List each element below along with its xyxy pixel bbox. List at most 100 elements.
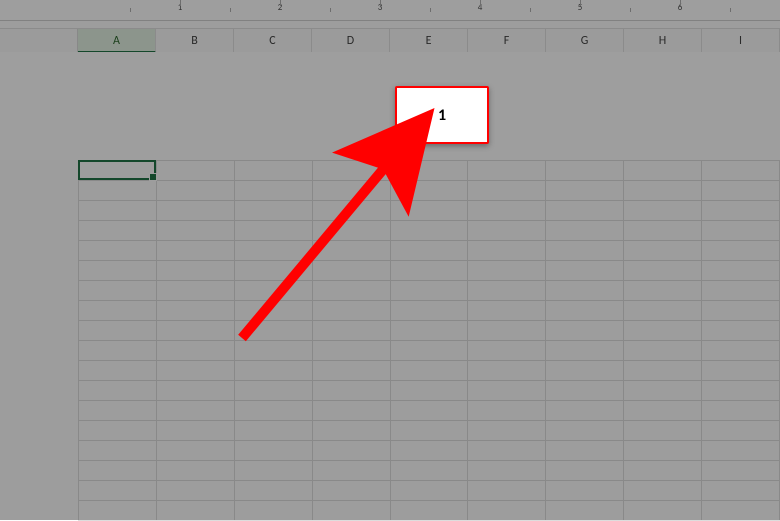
cell[interactable]	[79, 461, 157, 481]
cell[interactable]	[468, 381, 546, 401]
cell[interactable]	[234, 181, 312, 201]
cell[interactable]	[234, 341, 312, 361]
cell[interactable]	[234, 281, 312, 301]
cell[interactable]	[234, 201, 312, 221]
cell[interactable]	[156, 421, 234, 441]
cell[interactable]	[390, 301, 468, 321]
cell[interactable]	[546, 201, 624, 221]
cell[interactable]	[546, 361, 624, 381]
cell[interactable]	[624, 241, 702, 261]
cell[interactable]	[312, 441, 390, 461]
cell[interactable]	[312, 161, 390, 181]
cell[interactable]	[312, 201, 390, 221]
cell[interactable]	[234, 221, 312, 241]
active-cell-outline[interactable]	[78, 160, 156, 180]
cell[interactable]	[624, 501, 702, 521]
cell[interactable]	[546, 501, 624, 521]
column-header-B[interactable]: B	[156, 29, 234, 53]
cell[interactable]	[702, 201, 780, 221]
cell[interactable]	[234, 301, 312, 321]
column-header-D[interactable]: D	[312, 29, 390, 53]
cell[interactable]	[702, 321, 780, 341]
cell[interactable]	[312, 241, 390, 261]
cell[interactable]	[312, 221, 390, 241]
cell[interactable]	[624, 321, 702, 341]
cell[interactable]	[390, 161, 468, 181]
cell[interactable]	[624, 381, 702, 401]
cell[interactable]	[79, 201, 157, 221]
cell[interactable]	[546, 441, 624, 461]
cell[interactable]	[702, 341, 780, 361]
cell[interactable]	[624, 161, 702, 181]
cell[interactable]	[468, 461, 546, 481]
cell[interactable]	[702, 281, 780, 301]
cell[interactable]	[546, 221, 624, 241]
column-header-I[interactable]: I	[702, 29, 780, 53]
cell[interactable]	[546, 281, 624, 301]
cell[interactable]	[79, 381, 157, 401]
cell[interactable]	[702, 441, 780, 461]
cell[interactable]	[79, 281, 157, 301]
cell[interactable]	[546, 321, 624, 341]
cell[interactable]	[624, 401, 702, 421]
cell[interactable]	[546, 261, 624, 281]
cell[interactable]	[468, 441, 546, 461]
cell[interactable]	[79, 301, 157, 321]
cell[interactable]	[312, 381, 390, 401]
cell[interactable]	[79, 361, 157, 381]
cell[interactable]	[156, 401, 234, 421]
cell[interactable]	[234, 361, 312, 381]
cell[interactable]	[312, 181, 390, 201]
cell[interactable]	[312, 401, 390, 421]
cell[interactable]	[468, 301, 546, 321]
cell[interactable]	[390, 401, 468, 421]
cell[interactable]	[546, 341, 624, 361]
cell[interactable]	[79, 181, 157, 201]
cell[interactable]	[390, 381, 468, 401]
cell[interactable]	[79, 321, 157, 341]
cell[interactable]	[312, 321, 390, 341]
cell[interactable]	[79, 421, 157, 441]
cell[interactable]	[156, 381, 234, 401]
cell[interactable]	[624, 201, 702, 221]
cell[interactable]	[156, 281, 234, 301]
cell[interactable]	[390, 261, 468, 281]
cell[interactable]	[468, 181, 546, 201]
cell[interactable]	[390, 361, 468, 381]
cell[interactable]	[390, 181, 468, 201]
cell[interactable]	[468, 501, 546, 521]
cell[interactable]	[390, 221, 468, 241]
cell[interactable]	[546, 461, 624, 481]
cell[interactable]	[390, 421, 468, 441]
cell[interactable]	[468, 361, 546, 381]
cell[interactable]	[702, 421, 780, 441]
cell[interactable]	[624, 261, 702, 281]
column-header-G[interactable]: G	[546, 29, 624, 53]
cell[interactable]	[234, 381, 312, 401]
cell[interactable]	[702, 301, 780, 321]
cell[interactable]	[468, 421, 546, 441]
cell[interactable]	[234, 241, 312, 261]
column-header-H[interactable]: H	[624, 29, 702, 53]
cell[interactable]	[390, 321, 468, 341]
spreadsheet-grid[interactable]	[78, 160, 780, 520]
cell[interactable]	[234, 161, 312, 181]
cell[interactable]	[156, 361, 234, 381]
cell[interactable]	[546, 181, 624, 201]
cell[interactable]	[624, 481, 702, 501]
cell[interactable]	[156, 301, 234, 321]
cell[interactable]	[624, 361, 702, 381]
cell[interactable]	[624, 441, 702, 461]
cell[interactable]	[624, 461, 702, 481]
cell[interactable]	[312, 261, 390, 281]
cell[interactable]	[702, 401, 780, 421]
column-header-E[interactable]: E	[390, 29, 468, 53]
cell[interactable]	[312, 421, 390, 441]
cell[interactable]	[156, 481, 234, 501]
cell[interactable]	[624, 281, 702, 301]
fill-handle[interactable]	[149, 173, 157, 181]
cell[interactable]	[624, 221, 702, 241]
cell[interactable]	[234, 261, 312, 281]
cell[interactable]	[546, 381, 624, 401]
cell[interactable]	[312, 361, 390, 381]
